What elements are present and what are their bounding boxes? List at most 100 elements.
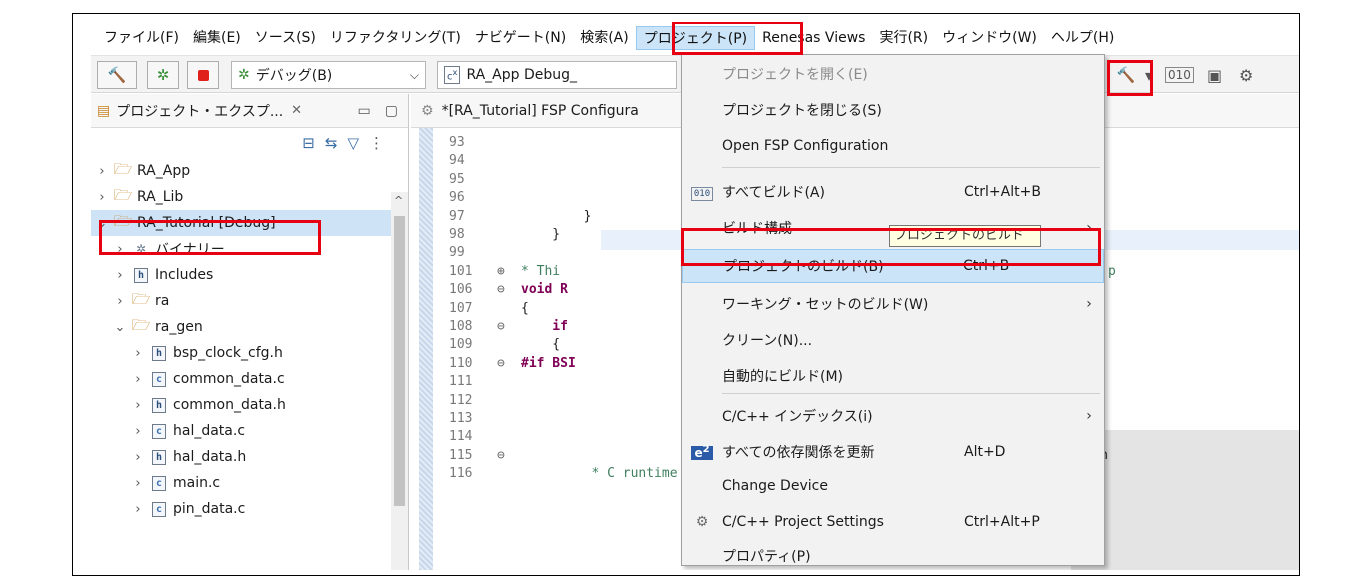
- project-menu-item[interactable]: C/C++ インデックス(i) ›: [682, 399, 1104, 433]
- fold-toggle-icon[interactable]: ⊖: [497, 447, 521, 465]
- menu-item-label: ワーキング・セットのビルド(W): [722, 297, 929, 313]
- fold-toggle-icon[interactable]: ⊖: [497, 281, 521, 299]
- menu-item-shortcut: Alt+D: [964, 444, 1006, 460]
- project-menu-item[interactable]: プロジェクトを開く(E): [682, 57, 1104, 91]
- collapse-all-icon[interactable]: ⊟: [302, 134, 315, 152]
- bug-icon: ✲: [238, 67, 250, 83]
- screenshot-frame: ファイル(F) 編集(E) ソース(S) リファクタリング(T) ナビゲート(N…: [72, 13, 1300, 576]
- project-menu-item[interactable]: Open FSP Configuration: [682, 129, 1104, 163]
- explorer-scrollbar[interactable]: ^: [391, 192, 408, 570]
- menu-refactor[interactable]: リファクタリング(T): [323, 26, 468, 50]
- project-menu-item[interactable]: Change Device: [682, 469, 1104, 503]
- chevron-right-icon[interactable]: ›: [131, 424, 145, 439]
- chevron-right-icon[interactable]: ›: [131, 476, 145, 491]
- tree-item-label: Includes: [155, 267, 214, 283]
- highlight-build-project-item: [681, 228, 1101, 266]
- chevron-right-icon[interactable]: ›: [113, 294, 127, 309]
- fold-toggle-icon[interactable]: ⊕: [497, 263, 521, 281]
- c-file-icon: cx: [444, 66, 461, 84]
- chevron-right-icon[interactable]: ›: [131, 502, 145, 517]
- close-icon[interactable]: ✕: [291, 103, 302, 118]
- chevron-right-icon[interactable]: ›: [131, 372, 145, 387]
- menu-help[interactable]: ヘルプ(H): [1044, 26, 1121, 50]
- line-number: 114: [449, 429, 473, 445]
- tree-item[interactable]: › h hal_data.h: [91, 444, 408, 470]
- e2-studio-icon: e2: [682, 444, 722, 461]
- chevron-right-icon[interactable]: ›: [131, 398, 145, 413]
- explorer-toolbar: ⊟ ⇆ ▽ ⋮: [91, 128, 408, 158]
- debug-button[interactable]: ✲: [147, 61, 179, 89]
- menu-file[interactable]: ファイル(F): [97, 26, 186, 50]
- project-menu-item[interactable]: ワーキング・セットのビルド(W) ›: [682, 287, 1104, 321]
- chevron-right-icon[interactable]: ›: [95, 190, 109, 205]
- terminate-button[interactable]: [187, 61, 219, 89]
- chevron-down-icon[interactable]: ⌄: [113, 320, 127, 335]
- tree-item-label: pin_data.c: [173, 501, 246, 517]
- tree-item-label: RA_Lib: [137, 189, 184, 205]
- monitor-icon[interactable]: ▣: [1207, 66, 1222, 85]
- gear-icon[interactable]: ⚙: [1239, 66, 1253, 85]
- highlight-project-menu: [672, 22, 803, 55]
- code-text: {: [521, 337, 561, 353]
- fold-toggle-icon[interactable]: ⊖: [497, 355, 521, 373]
- menu-search[interactable]: 検索(A): [573, 26, 636, 50]
- project-folder-icon: 🗁: [113, 159, 133, 178]
- project-menu-item[interactable]: 自動的にビルド(M): [682, 359, 1104, 393]
- overview-ruler: [419, 128, 433, 570]
- project-menu-item[interactable]: プロパティ(P): [682, 539, 1104, 570]
- menu-source[interactable]: ソース(S): [248, 26, 323, 50]
- project-explorer-title[interactable]: プロジェクト・エクスプ...: [116, 101, 283, 121]
- line-number: 107: [449, 300, 473, 316]
- tree-item[interactable]: › 🗁 ra: [91, 288, 408, 314]
- menu-navigate[interactable]: ナビゲート(N): [468, 26, 573, 50]
- project-menu-item[interactable]: e2 すべての依存関係を更新 Alt+D: [682, 435, 1104, 469]
- filter-icon[interactable]: ▽: [347, 134, 359, 152]
- highlight-ra-tutorial: [99, 220, 321, 255]
- chevron-right-icon[interactable]: ›: [131, 450, 145, 465]
- line-number: 113: [449, 411, 473, 426]
- tree-item[interactable]: › h Includes: [91, 262, 408, 288]
- header-file-icon: h: [149, 345, 169, 361]
- scrollbar-thumb[interactable]: [394, 216, 405, 506]
- tree-item[interactable]: › c main.c: [91, 470, 408, 496]
- tree-item[interactable]: › h bsp_clock_cfg.h: [91, 340, 408, 366]
- menu-run[interactable]: 実行(R): [872, 26, 935, 50]
- scroll-up-icon[interactable]: ^: [394, 194, 403, 207]
- highlight-build-toolbar: [1107, 60, 1153, 96]
- ide-window: ファイル(F) 編集(E) ソース(S) リファクタリング(T) ナビゲート(N…: [91, 22, 1299, 570]
- menu-item-label: 自動的にビルド(M): [722, 369, 844, 385]
- tree-item[interactable]: ⌄ 🗁 ra_gen: [91, 314, 408, 340]
- tree-item[interactable]: › 🗁 RA_Lib: [91, 184, 408, 210]
- minimize-icon[interactable]: ▭: [358, 103, 371, 119]
- project-menu-item[interactable]: クリーン(N)...: [682, 323, 1104, 357]
- link-editor-icon[interactable]: ⇆: [325, 134, 338, 152]
- menu-item-label: プロジェクトを閉じる(S): [722, 103, 882, 119]
- submenu-arrow-icon: ›: [1086, 408, 1092, 424]
- project-menu-item[interactable]: 010 すべてビルド(A) Ctrl+Alt+B: [682, 175, 1104, 209]
- tree-item-label: RA_App: [137, 163, 191, 179]
- tree-item[interactable]: › 🗁 RA_App: [91, 158, 408, 184]
- launch-config-combo[interactable]: cx RA_App Debug_: [437, 61, 677, 89]
- line-number: 106: [449, 282, 473, 298]
- c-file-icon: c: [149, 475, 169, 491]
- chevron-right-icon[interactable]: ›: [95, 164, 109, 179]
- chevron-right-icon[interactable]: ›: [131, 346, 145, 361]
- project-menu-item[interactable]: ⚙ C/C++ Project Settings Ctrl+Alt+P: [682, 505, 1104, 539]
- menu-edit[interactable]: 編集(E): [186, 26, 248, 50]
- binary-file-icon[interactable]: 010: [1165, 67, 1194, 83]
- tree-item-label: bsp_clock_cfg.h: [173, 345, 283, 361]
- tree-item[interactable]: › c pin_data.c: [91, 496, 408, 522]
- build-hammer-button[interactable]: 🔨: [97, 61, 137, 89]
- view-menu-icon[interactable]: ⋮: [369, 134, 384, 152]
- fold-toggle-icon[interactable]: ⊖: [497, 318, 521, 336]
- launch-mode-combo[interactable]: ✲ デバッグ(B) ⌵: [231, 61, 426, 89]
- tree-item-label: common_data.c: [173, 371, 285, 387]
- project-menu-item[interactable]: プロジェクトを閉じる(S): [682, 93, 1104, 127]
- tree-item[interactable]: › c common_data.c: [91, 366, 408, 392]
- tree-item[interactable]: › h common_data.h: [91, 392, 408, 418]
- maximize-icon[interactable]: ▢: [385, 103, 398, 119]
- tree-item[interactable]: › c hal_data.c: [91, 418, 408, 444]
- menu-window[interactable]: ウィンドウ(W): [935, 26, 1044, 50]
- chevron-right-icon[interactable]: ›: [113, 268, 127, 283]
- line-number: 115: [449, 447, 473, 463]
